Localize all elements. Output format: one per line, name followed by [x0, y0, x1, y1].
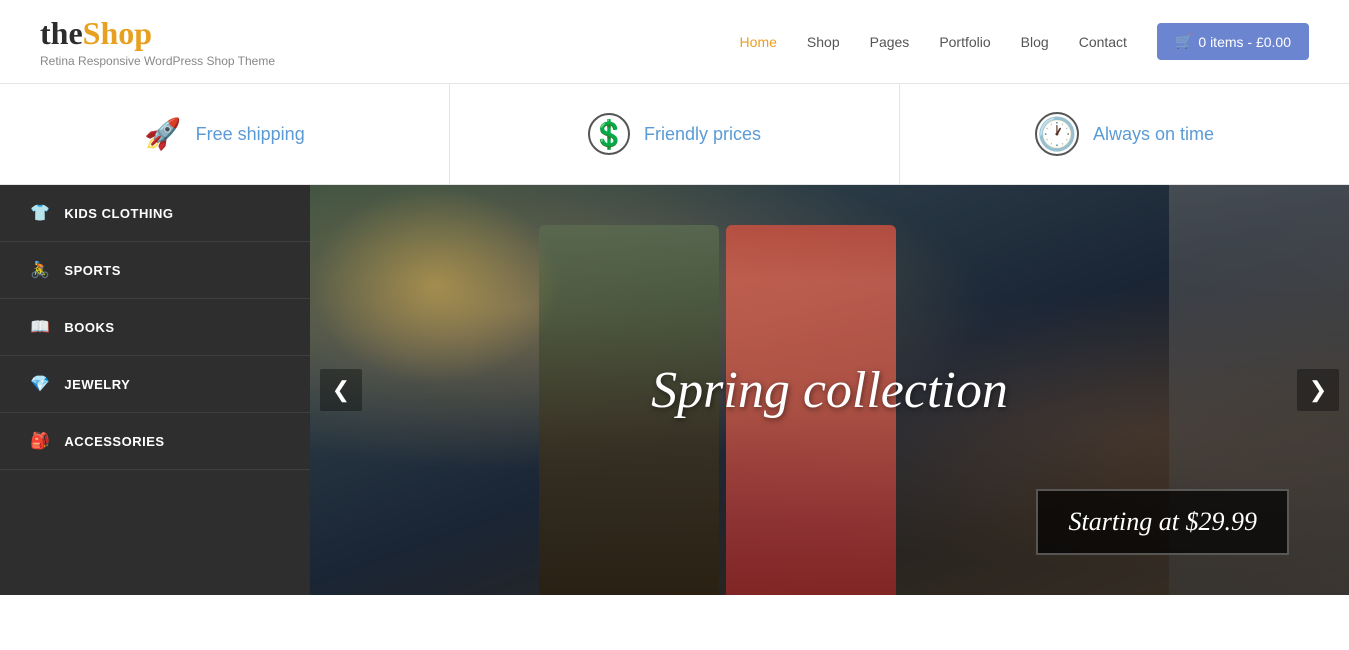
nav-blog[interactable]: Blog: [1021, 34, 1049, 50]
arrow-right-icon: ❯: [1309, 377, 1327, 403]
nav-contact[interactable]: Contact: [1079, 34, 1127, 50]
books-icon: 📖: [30, 317, 50, 337]
nav-pages[interactable]: Pages: [870, 34, 910, 50]
sidebar-item-accessories[interactable]: 🎒 Accessories: [0, 413, 310, 470]
main-content: 👕 Kids Clothing 🚴 Sports 📖 Books 💎 Jewel…: [0, 185, 1349, 595]
slider-prev-button[interactable]: ❮: [320, 369, 362, 411]
arrow-left-icon: ❮: [332, 377, 350, 403]
clock-icon: 🕐: [1035, 112, 1079, 156]
header: theShop Retina Responsive WordPress Shop…: [0, 0, 1349, 84]
sidebar-item-kids-clothing[interactable]: 👕 Kids Clothing: [0, 185, 310, 242]
sidebar-label-kids-clothing: Kids Clothing: [64, 206, 173, 221]
cart-icon: 🛒: [1175, 33, 1192, 50]
cart-button[interactable]: 🛒 0 items - £0.00: [1157, 23, 1309, 60]
rocket-icon: 🚀: [144, 117, 181, 152]
sidebar-item-jewelry[interactable]: 💎 Jewelry: [0, 356, 310, 413]
nav-home[interactable]: Home: [740, 34, 777, 50]
sidebar-label-books: Books: [64, 320, 114, 335]
feature-always-on-time: 🕐 Always on time: [900, 84, 1349, 184]
sidebar-item-books[interactable]: 📖 Books: [0, 299, 310, 356]
logo-area: theShop Retina Responsive WordPress Shop…: [40, 15, 275, 68]
features-bar: 🚀 Free shipping 💲 Friendly prices 🕐 Alwa…: [0, 84, 1349, 185]
feature-free-shipping: 🚀 Free shipping: [0, 84, 450, 184]
sidebar-label-jewelry: Jewelry: [64, 377, 130, 392]
feature-friendly-prices: 💲 Friendly prices: [450, 84, 900, 184]
sidebar-item-sports[interactable]: 🚴 Sports: [0, 242, 310, 299]
kids-clothing-icon: 👕: [30, 203, 50, 223]
money-icon: 💲: [588, 113, 630, 155]
logo-the: the: [40, 15, 83, 51]
sidebar: 👕 Kids Clothing 🚴 Sports 📖 Books 💎 Jewel…: [0, 185, 310, 595]
slider-title: Spring collection: [651, 361, 1008, 420]
slider-area: Spring collection Starting at $29.99 ❮ ❯: [310, 185, 1349, 595]
cart-label: 0 items - £0.00: [1198, 34, 1291, 50]
logo-shop: Shop: [83, 15, 152, 51]
slider-price-label: Starting at $29.99: [1068, 507, 1257, 536]
friendly-prices-label: Friendly prices: [644, 124, 761, 145]
sidebar-label-sports: Sports: [64, 263, 120, 278]
logo-subtitle: Retina Responsive WordPress Shop Theme: [40, 54, 275, 68]
logo: theShop: [40, 15, 275, 52]
accessories-icon: 🎒: [30, 431, 50, 451]
slider-next-button[interactable]: ❯: [1297, 369, 1339, 411]
always-on-time-label: Always on time: [1093, 124, 1214, 145]
sports-icon: 🚴: [30, 260, 50, 280]
jewelry-icon: 💎: [30, 374, 50, 394]
nav-shop[interactable]: Shop: [807, 34, 840, 50]
nav-portfolio[interactable]: Portfolio: [939, 34, 990, 50]
free-shipping-label: Free shipping: [196, 124, 305, 145]
slider-price-box: Starting at $29.99: [1036, 489, 1289, 555]
nav-area: Home Shop Pages Portfolio Blog Contact 🛒…: [740, 23, 1309, 60]
sidebar-label-accessories: Accessories: [64, 434, 164, 449]
